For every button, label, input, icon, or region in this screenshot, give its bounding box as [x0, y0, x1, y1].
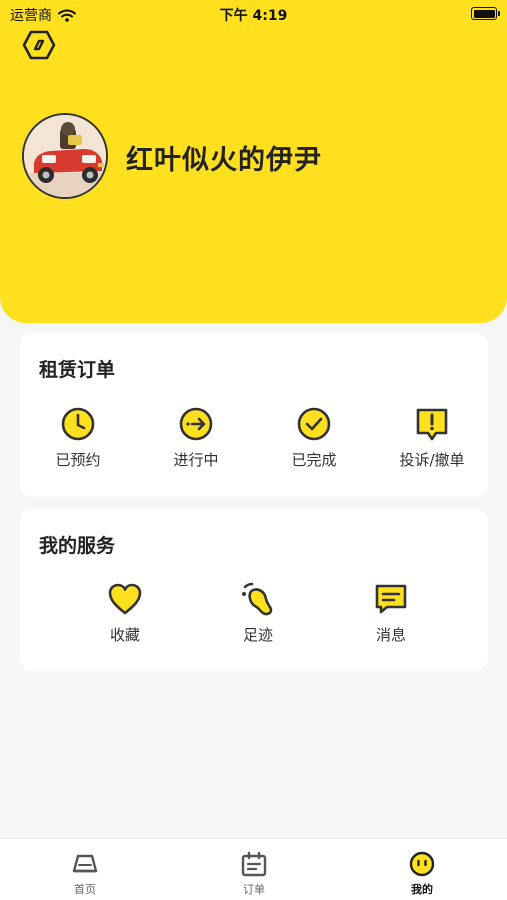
footprint-icon: [242, 582, 273, 616]
service-favorites[interactable]: 收藏: [75, 580, 175, 645]
order-status-complaint[interactable]: 投诉/撤单: [382, 405, 482, 470]
tab-home[interactable]: 首页: [35, 851, 135, 897]
my-services-title: 我的服务: [39, 535, 116, 557]
heart-icon: [108, 583, 142, 615]
tab-mine[interactable]: 我的: [372, 851, 472, 897]
settings-hexagon-icon: [22, 30, 56, 60]
profile-header: 运营商 下午 4:19 红叶似火的伊尹: [0, 0, 507, 323]
service-label: 消息: [375, 626, 406, 644]
rental-orders-card: 租赁订单 已预约 进行中 已完成 投诉/撤单: [20, 333, 488, 497]
service-messages[interactable]: 消息: [341, 580, 441, 645]
service-label: 足迹: [242, 626, 273, 644]
calendar-icon: [241, 851, 267, 877]
battery-icon: [471, 7, 500, 20]
rental-orders-title: 租赁订单: [39, 359, 116, 381]
smiley-icon: [409, 851, 435, 877]
status-time: 下午 4:19: [219, 8, 288, 24]
order-status-label: 已完成: [291, 451, 337, 469]
status-bar: 运营商 下午 4:19: [0, 0, 507, 28]
service-footprints[interactable]: 足迹: [208, 580, 308, 645]
settings-button[interactable]: [22, 28, 56, 62]
check-icon: [297, 407, 331, 441]
order-status-completed[interactable]: 已完成: [264, 405, 364, 470]
order-status-label: 投诉/撤单: [399, 451, 465, 469]
order-status-ongoing[interactable]: 进行中: [146, 405, 246, 470]
tab-label: 首页: [74, 883, 96, 896]
avatar[interactable]: [22, 113, 108, 199]
clock-icon: [61, 407, 95, 441]
arrow-right-icon: [179, 407, 213, 441]
home-icon: [72, 854, 98, 873]
order-status-label: 已预约: [55, 451, 101, 469]
service-label: 收藏: [109, 626, 140, 644]
my-services-card: 我的服务 收藏 足迹 消息: [20, 509, 488, 671]
avatar-toy-car-image: [24, 115, 106, 197]
exclamation-bubble-icon: [416, 408, 448, 441]
bottom-tab-bar: 首页 订单 我的: [0, 838, 507, 900]
user-nickname: 红叶似火的伊尹: [126, 145, 322, 176]
tab-label: 我的: [411, 883, 433, 896]
tab-label: 订单: [243, 883, 265, 896]
order-status-label: 进行中: [173, 451, 219, 469]
tab-orders[interactable]: 订单: [204, 851, 304, 897]
message-icon: [375, 584, 407, 614]
order-status-reserved[interactable]: 已预约: [28, 405, 128, 470]
